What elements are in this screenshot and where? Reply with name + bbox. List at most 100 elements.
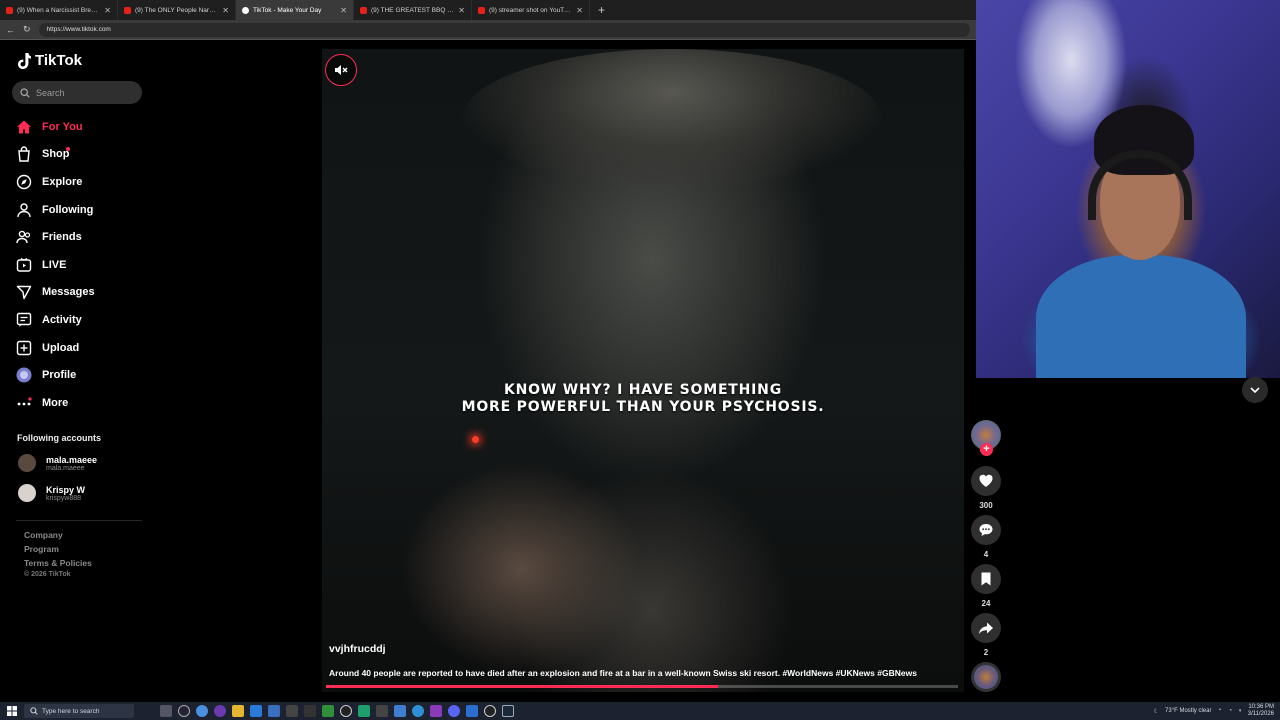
tiktok-logo[interactable]: TikTok	[17, 52, 82, 69]
obs-icon[interactable]	[484, 705, 496, 717]
video-frame-detail	[462, 49, 882, 189]
like-button[interactable]	[971, 466, 1001, 496]
taskbar-clock[interactable]: 10:36 PM 3/11/2026	[1248, 704, 1274, 718]
reload-icon[interactable]: ↻	[23, 24, 31, 35]
app-icon[interactable]	[466, 705, 478, 717]
logo-text: TikTok	[35, 52, 82, 69]
following-account[interactable]: Krispy Wkrispyw888	[18, 484, 85, 502]
video-player[interactable]: KNOW WHY? I HAVE SOMETHING MORE POWERFUL…	[322, 49, 964, 692]
steam-icon[interactable]	[502, 705, 514, 717]
app-icon[interactable]	[376, 705, 388, 717]
url-field[interactable]: https://www.tiktok.com	[38, 22, 970, 37]
nav-item-shop[interactable]: Shop	[16, 141, 95, 169]
next-video-button[interactable]	[1242, 377, 1268, 403]
compass-icon	[16, 174, 32, 190]
nvidia-icon[interactable]	[322, 705, 334, 717]
share-count: 2	[983, 648, 989, 657]
nav-item-friends[interactable]: Friends	[16, 223, 95, 251]
comment-count: 4	[983, 550, 989, 559]
avatar	[18, 454, 36, 472]
browser-tab[interactable]: (9) THE GREATEST BBQ CHALLENGE✕	[354, 0, 472, 20]
ellipsis-icon	[17, 397, 32, 406]
app-icon[interactable]	[340, 705, 352, 717]
store-icon[interactable]	[250, 705, 262, 717]
nav-item-profile[interactable]: Profile	[16, 361, 95, 389]
share-button[interactable]	[971, 613, 1001, 643]
edge-icon[interactable]	[412, 705, 424, 717]
app-icon[interactable]	[214, 705, 226, 717]
youtube-icon	[360, 6, 367, 14]
video-progress-bar[interactable]	[326, 685, 958, 688]
nav-item-following[interactable]: Following	[16, 196, 95, 224]
footer-link-company[interactable]: Company	[24, 530, 92, 540]
close-tab-icon[interactable]: ✕	[458, 6, 465, 15]
close-tab-icon[interactable]: ✕	[340, 6, 347, 15]
youtube-icon	[478, 6, 485, 14]
nav-label: More	[42, 396, 69, 409]
nav-item-messages[interactable]: Messages	[16, 279, 95, 307]
discord-icon[interactable]	[448, 705, 460, 717]
nav-item-upload[interactable]: Upload	[16, 334, 95, 362]
follow-plus-icon[interactable]: +	[980, 443, 993, 456]
close-tab-icon[interactable]: ✕	[576, 6, 583, 15]
footer-link-program[interactable]: Program	[24, 544, 92, 554]
volume-icon[interactable]: ◖	[1238, 708, 1242, 714]
friends-icon	[16, 230, 31, 244]
browser-tab[interactable]: (9) The ONLY People Narcissists✕	[118, 0, 236, 20]
search-input[interactable]: Search	[12, 81, 142, 104]
close-tab-icon[interactable]: ✕	[222, 6, 229, 15]
start-button[interactable]	[0, 706, 24, 716]
footer-link-terms[interactable]: Terms & Policies	[24, 558, 92, 568]
nav-item-more[interactable]: More	[16, 389, 95, 417]
system-tray: ☾ 73°F Mostly clear ⌃ ◔ ◖ 10:36 PM 3/11/…	[1154, 702, 1274, 720]
search-icon	[20, 87, 30, 98]
nav-item-explore[interactable]: Explore	[16, 168, 95, 196]
app-icon[interactable]	[286, 705, 298, 717]
webcam-shirt	[1036, 255, 1246, 378]
browser-tab-active[interactable]: TikTok - Make Your Day ✕	[236, 0, 354, 20]
nav-item-activity[interactable]: Activity	[16, 306, 95, 334]
comment-icon	[979, 524, 993, 536]
tiktok-logo-icon	[18, 52, 31, 69]
taskbar-search[interactable]: Type here to search	[24, 704, 134, 718]
weather-text[interactable]: 73°F Mostly clear	[1165, 708, 1211, 714]
task-view-icon[interactable]	[160, 705, 172, 717]
main-nav: For You Shop Explore Following Friends L…	[16, 113, 95, 417]
copilot-icon[interactable]	[196, 705, 208, 717]
mute-button[interactable]	[325, 54, 357, 86]
tray-overflow-icon[interactable]: ⌃	[1217, 708, 1222, 715]
video-description: Around 40 people are reported to have di…	[329, 668, 917, 678]
nav-label: Upload	[42, 341, 80, 354]
wifi-icon[interactable]: ◔	[1229, 708, 1233, 714]
video-frame-light	[472, 436, 479, 443]
browser-tab[interactable]: (9) streamer shot on YouTube live✕	[472, 0, 590, 20]
app-icon[interactable]	[178, 705, 190, 717]
app-icon[interactable]	[304, 705, 316, 717]
save-button[interactable]	[971, 564, 1001, 594]
windows-taskbar: Type here to search ☾ 73°F Mostly clear …	[0, 702, 1280, 720]
tiktok-icon	[242, 6, 249, 14]
app-icon[interactable]	[394, 705, 406, 717]
music-disc-icon[interactable]	[971, 662, 1001, 692]
mail-icon[interactable]	[268, 705, 280, 717]
nav-item-for-you[interactable]: For You	[16, 113, 95, 141]
new-tab-button[interactable]: +	[590, 3, 605, 17]
comment-button[interactable]	[971, 515, 1001, 545]
app-icon[interactable]	[430, 705, 442, 717]
video-author[interactable]: vvjhfrucddj	[329, 643, 386, 655]
nav-item-live[interactable]: LIVE	[16, 251, 95, 279]
copyright: © 2026 TikTok	[24, 571, 71, 578]
nav-label: Following	[42, 203, 94, 216]
browser-tab-bar: (9) When a Narcissist Breaks the✕ (9) Th…	[0, 0, 976, 20]
clock-time: 10:36 PM	[1248, 704, 1274, 710]
close-tab-icon[interactable]: ✕	[104, 6, 111, 15]
plus-square-icon	[16, 340, 32, 355]
app-icon[interactable]	[358, 705, 370, 717]
file-explorer-icon[interactable]	[232, 705, 244, 717]
nav-label: Friends	[42, 231, 82, 244]
browser-tab[interactable]: (9) When a Narcissist Breaks the✕	[0, 0, 118, 20]
search-placeholder: Search	[36, 87, 65, 98]
following-account[interactable]: mala.maeee mala.maeee	[18, 454, 97, 472]
back-arrow-icon[interactable]: ←	[6, 25, 15, 35]
bookmark-icon	[981, 572, 991, 586]
